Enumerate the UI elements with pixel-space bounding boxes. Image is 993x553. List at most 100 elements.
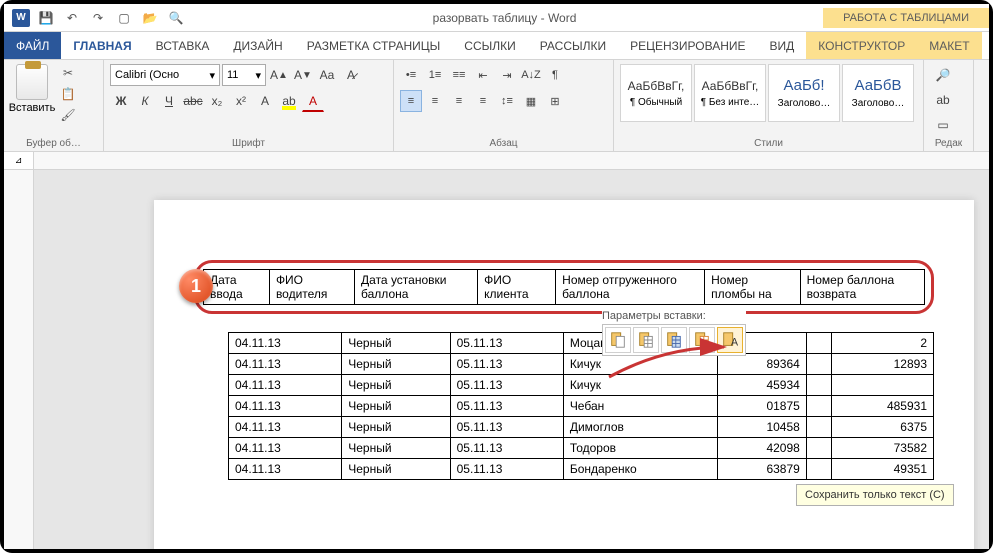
italic-button[interactable]: К <box>134 90 156 112</box>
table-cell[interactable]: Чебан <box>563 396 717 417</box>
save-icon[interactable]: 💾 <box>36 8 56 28</box>
table-cell[interactable]: Черный <box>342 438 450 459</box>
paste-option-text-only[interactable]: A <box>717 327 743 353</box>
font-color-button[interactable]: A <box>302 90 324 112</box>
align-center-button[interactable]: ≡ <box>424 90 446 112</box>
text-effects-button[interactable]: A <box>254 90 276 112</box>
table-cell[interactable]: Бондаренко <box>563 459 717 480</box>
table-cell[interactable]: 05.11.13 <box>450 459 563 480</box>
line-spacing-button[interactable]: ↕≡ <box>496 90 518 112</box>
tab-review[interactable]: РЕЦЕНЗИРОВАНИЕ <box>618 32 757 59</box>
table-cell[interactable]: 05.11.13 <box>450 354 563 375</box>
tab-page-layout[interactable]: РАЗМЕТКА СТРАНИЦЫ <box>295 32 453 59</box>
table-row[interactable]: 04.11.13Черный05.11.13Кичук45934 <box>229 375 934 396</box>
table-cell[interactable]: Кичук <box>563 354 717 375</box>
tab-design[interactable]: ДИЗАЙН <box>221 32 294 59</box>
table-cell[interactable] <box>806 438 831 459</box>
table-cell[interactable]: 04.11.13 <box>229 396 342 417</box>
table-cell[interactable]: 04.11.13 <box>229 459 342 480</box>
table-cell[interactable]: 63879 <box>717 459 806 480</box>
table-cell[interactable] <box>831 375 933 396</box>
table-cell[interactable]: 73582 <box>831 438 933 459</box>
table-cell[interactable]: 89364 <box>717 354 806 375</box>
tab-insert[interactable]: ВСТАВКА <box>144 32 222 59</box>
table-cell[interactable] <box>806 354 831 375</box>
new-icon[interactable]: ▢ <box>114 8 134 28</box>
header-cell[interactable]: ФИО водителя <box>269 270 354 305</box>
data-table[interactable]: 04.11.13Черный05.11.13Моцанская204.11.13… <box>228 332 934 480</box>
font-name-combo[interactable]: Calibri (Осно▾ <box>110 64 220 86</box>
tab-home[interactable]: ГЛАВНАЯ <box>61 32 143 59</box>
grow-font-icon[interactable]: A▲ <box>268 64 290 86</box>
header-cell[interactable]: Номер отгруженного баллона <box>556 270 705 305</box>
table-cell[interactable] <box>806 417 831 438</box>
table-cell[interactable]: 2 <box>831 333 933 354</box>
decrease-indent-button[interactable]: ⇤ <box>472 64 494 86</box>
table-cell[interactable]: 45934 <box>717 375 806 396</box>
tab-mailings[interactable]: РАССЫЛКИ <box>528 32 618 59</box>
underline-button[interactable]: Ч <box>158 90 180 112</box>
table-cell[interactable]: 04.11.13 <box>229 417 342 438</box>
align-right-button[interactable]: ≡ <box>448 90 470 112</box>
header-cell[interactable]: ФИО клиента <box>478 270 556 305</box>
justify-button[interactable]: ≡ <box>472 90 494 112</box>
tab-references[interactable]: ССЫЛКИ <box>452 32 527 59</box>
replace-button[interactable]: ab <box>932 89 954 111</box>
table-cell[interactable]: Черный <box>342 375 450 396</box>
header-table[interactable]: Дата вводаФИО водителяДата установки бал… <box>203 269 925 305</box>
table-cell[interactable]: 05.11.13 <box>450 333 563 354</box>
tab-constructor[interactable]: КОНСТРУКТОР <box>806 32 917 59</box>
preview-icon[interactable]: 🔍 <box>166 8 186 28</box>
cut-icon[interactable]: ✂ <box>58 64 78 82</box>
table-cell[interactable]: 485931 <box>831 396 933 417</box>
table-cell[interactable]: 05.11.13 <box>450 438 563 459</box>
table-cell[interactable]: 04.11.13 <box>229 438 342 459</box>
table-cell[interactable]: 04.11.13 <box>229 354 342 375</box>
document-area[interactable]: 1 Дата вводаФИО водителяДата установки б… <box>34 170 989 549</box>
table-cell[interactable]: 12893 <box>831 354 933 375</box>
open-icon[interactable]: 📂 <box>140 8 160 28</box>
format-painter-icon[interactable]: 🖌 <box>58 106 78 124</box>
header-cell[interactable]: Номер пломбы на <box>705 270 800 305</box>
font-size-combo[interactable]: 11▾ <box>222 64 266 86</box>
change-case-icon[interactable]: Aa <box>316 64 338 86</box>
table-cell[interactable]: Черный <box>342 333 450 354</box>
table-cell[interactable]: Тодоров <box>563 438 717 459</box>
subscript-button[interactable]: x₂ <box>206 90 228 112</box>
table-cell[interactable]: 04.11.13 <box>229 375 342 396</box>
paste-option-merge[interactable] <box>633 327 659 353</box>
bold-button[interactable]: Ж <box>110 90 132 112</box>
table-row[interactable]: 04.11.13Черный05.11.13Бондаренко63879 493… <box>229 459 934 480</box>
highlight-button[interactable]: ab <box>278 90 300 112</box>
table-row[interactable]: 04.11.13Черный05.11.13Тодоров42098 73582 <box>229 438 934 459</box>
table-cell[interactable]: 01875 <box>717 396 806 417</box>
paste-option-keep-source[interactable] <box>605 327 631 353</box>
tab-view[interactable]: ВИД <box>758 32 807 59</box>
increase-indent-button[interactable]: ⇥ <box>496 64 518 86</box>
copy-icon[interactable]: 📋 <box>58 85 78 103</box>
table-cell[interactable]: 05.11.13 <box>450 396 563 417</box>
table-cell[interactable]: Черный <box>342 459 450 480</box>
vertical-ruler[interactable] <box>4 170 34 549</box>
table-cell[interactable]: Кичук <box>563 375 717 396</box>
table-cell[interactable]: Черный <box>342 396 450 417</box>
strike-button[interactable]: abc <box>182 90 204 112</box>
style-normal[interactable]: АаБбВвГг, ¶ Обычный <box>620 64 692 122</box>
table-cell[interactable]: 05.11.13 <box>450 417 563 438</box>
sort-button[interactable]: A↓Z <box>520 64 542 86</box>
multilevel-button[interactable]: ≡≡ <box>448 64 470 86</box>
header-cell[interactable]: Номер баллона возврата <box>800 270 924 305</box>
table-cell[interactable]: 04.11.13 <box>229 333 342 354</box>
paste-option-table-style[interactable] <box>661 327 687 353</box>
table-cell[interactable]: 49351 <box>831 459 933 480</box>
undo-icon[interactable]: ↶ <box>62 8 82 28</box>
show-marks-button[interactable]: ¶ <box>544 64 566 86</box>
header-cell[interactable]: Дата ввода <box>204 270 270 305</box>
table-cell[interactable] <box>806 375 831 396</box>
table-cell[interactable] <box>806 396 831 417</box>
table-cell[interactable]: 42098 <box>717 438 806 459</box>
table-cell[interactable]: Димоглов <box>563 417 717 438</box>
style-heading-2[interactable]: АаБбВ Заголово… <box>842 64 914 122</box>
style-heading-1[interactable]: АаБб! Заголово… <box>768 64 840 122</box>
shrink-font-icon[interactable]: A▼ <box>292 64 314 86</box>
